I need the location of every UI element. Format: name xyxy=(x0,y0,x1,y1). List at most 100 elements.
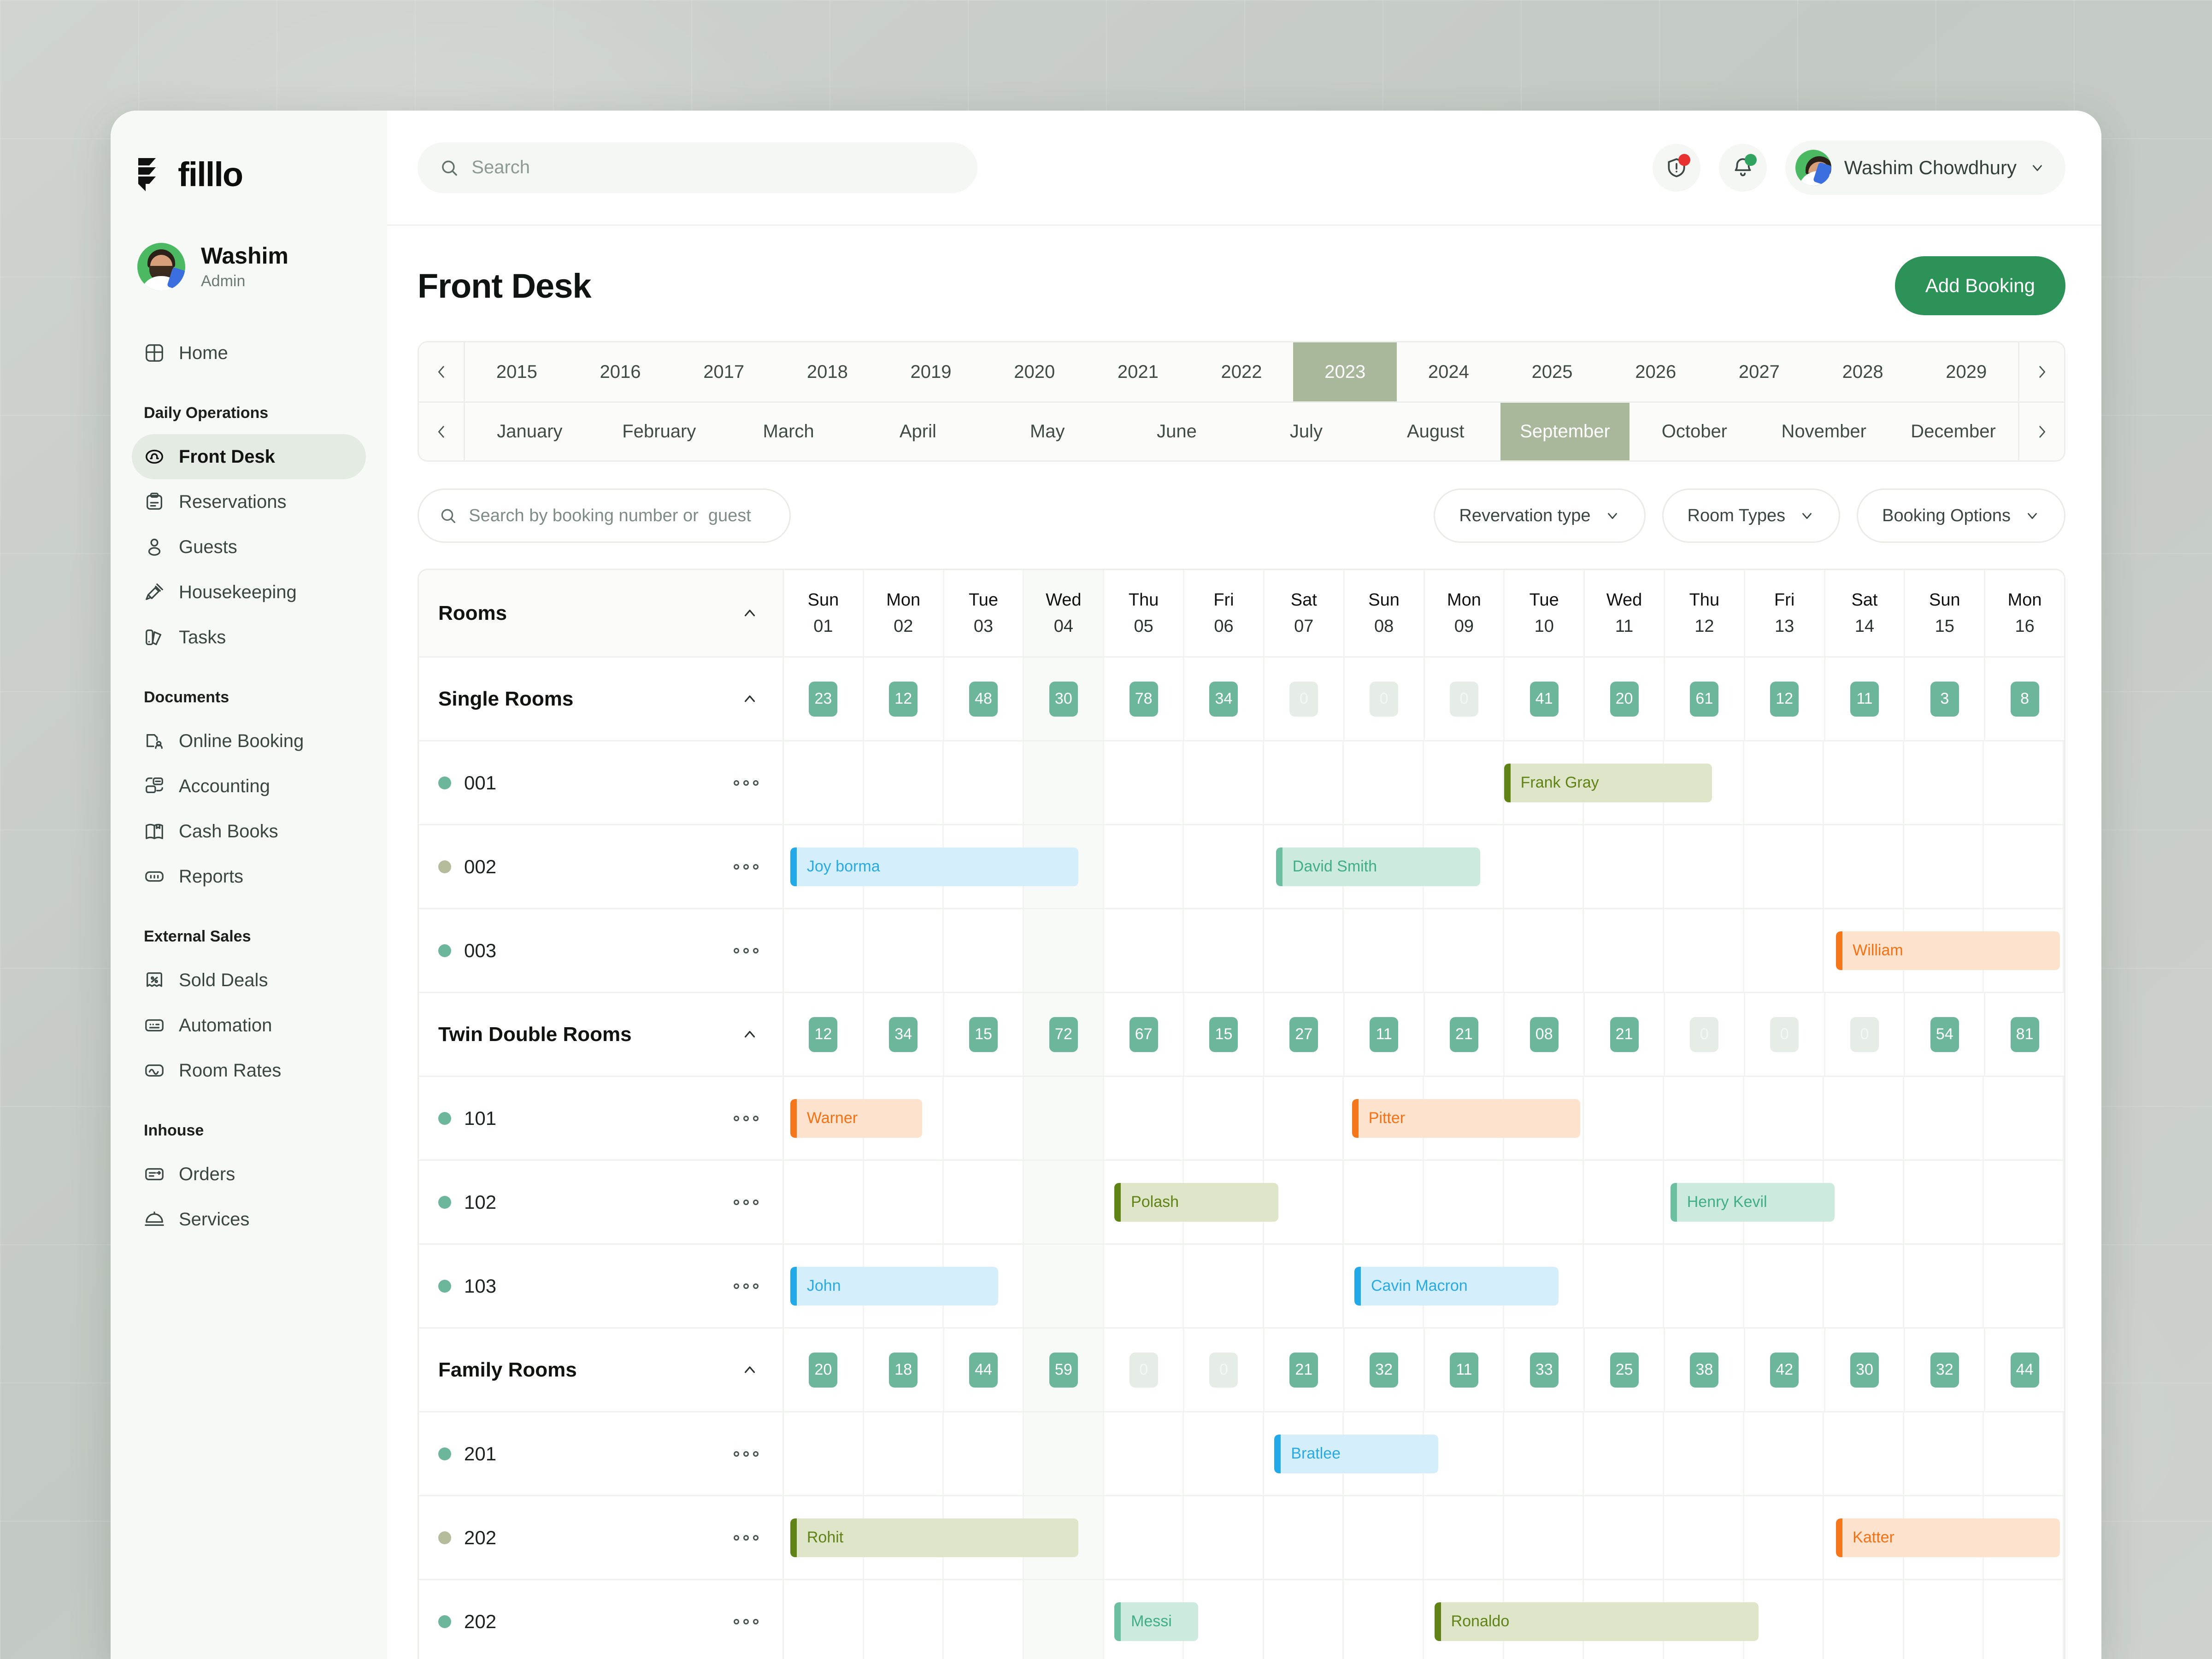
calendar-cell[interactable] xyxy=(784,1412,864,1495)
day-header-08[interactable]: Sun 08 xyxy=(1344,570,1425,656)
year-option-2023[interactable]: 2023 xyxy=(1293,342,1397,401)
calendar-cell[interactable] xyxy=(1824,1580,1904,1659)
calendar-cell[interactable] xyxy=(1024,1245,1104,1327)
calendar-cell[interactable] xyxy=(1264,909,1344,992)
calendar-cell[interactable] xyxy=(1744,1245,1824,1327)
calendar-cell[interactable]: 20 xyxy=(1585,658,1665,740)
calendar-cell[interactable]: 11 xyxy=(1825,658,1906,740)
sidebar-item-reservations[interactable]: Reservations xyxy=(132,479,366,524)
calendar-cell[interactable] xyxy=(1664,909,1744,992)
calendar-cell[interactable] xyxy=(1984,1412,2064,1495)
sidebar-item-cash-books[interactable]: Cash Books xyxy=(132,809,366,854)
year-option-2019[interactable]: 2019 xyxy=(879,342,983,401)
calendar-cell[interactable] xyxy=(1984,1161,2064,1243)
calendar-cell[interactable] xyxy=(944,1161,1024,1243)
day-header-04[interactable]: Wed 04 xyxy=(1024,570,1105,656)
calendar-cell[interactable] xyxy=(1824,1161,1904,1243)
day-header-07[interactable]: Sat 07 xyxy=(1264,570,1345,656)
calendar-cell[interactable] xyxy=(1104,1245,1184,1327)
month-option-May[interactable]: May xyxy=(982,403,1112,460)
calendar-cell[interactable] xyxy=(1104,1496,1184,1579)
calendar-cell[interactable] xyxy=(1504,909,1584,992)
booking-bar[interactable]: Cavin Macron xyxy=(1354,1266,1559,1306)
calendar-cell[interactable] xyxy=(1984,1077,2064,1159)
year-option-2021[interactable]: 2021 xyxy=(1086,342,1190,401)
calendar-cell[interactable]: 44 xyxy=(1985,1329,2064,1411)
calendar-cell[interactable]: 81 xyxy=(1985,993,2064,1076)
calendar-cell[interactable] xyxy=(1264,1245,1344,1327)
alerts-button[interactable] xyxy=(1652,143,1700,192)
calendar-cell[interactable] xyxy=(1104,1412,1184,1495)
month-option-December[interactable]: December xyxy=(1888,403,2018,460)
calendar-cell[interactable]: 32 xyxy=(1905,1329,1986,1411)
calendar-cell[interactable] xyxy=(944,741,1024,824)
booking-bar[interactable]: Katter xyxy=(1836,1518,2060,1557)
calendar-cell[interactable] xyxy=(1584,1496,1664,1579)
month-option-June[interactable]: June xyxy=(1112,403,1241,460)
sidebar-item-reports[interactable]: Reports xyxy=(132,854,366,899)
sidebar-item-automation[interactable]: Automation xyxy=(132,1003,366,1048)
calendar-cell[interactable] xyxy=(1264,1580,1344,1659)
calendar-cell[interactable] xyxy=(1504,1496,1584,1579)
row-menu-button[interactable] xyxy=(734,1199,759,1205)
sidebar-item-tasks[interactable]: Tasks xyxy=(132,615,366,660)
calendar-cell[interactable] xyxy=(1184,1496,1264,1579)
chevron-up-icon[interactable] xyxy=(741,1361,759,1379)
calendar-cell[interactable] xyxy=(1824,1077,1904,1159)
calendar-cell[interactable] xyxy=(784,1161,864,1243)
day-header-02[interactable]: Mon 02 xyxy=(864,570,944,656)
calendar-cell[interactable] xyxy=(1264,1077,1344,1159)
calendar-cell[interactable]: 8 xyxy=(1985,658,2064,740)
day-header-06[interactable]: Fri 06 xyxy=(1184,570,1265,656)
calendar-cell[interactable]: 20 xyxy=(784,1329,864,1411)
day-header-12[interactable]: Thu 12 xyxy=(1665,570,1745,656)
day-header-05[interactable]: Thu 05 xyxy=(1104,570,1185,656)
calendar-cell[interactable]: 48 xyxy=(944,658,1024,740)
notifications-button[interactable] xyxy=(1718,143,1767,192)
calendar-cell[interactable] xyxy=(1104,1077,1184,1159)
brand-logo[interactable]: filllo xyxy=(111,111,387,194)
day-header-16[interactable]: Mon 16 xyxy=(1985,570,2064,656)
room-group-header[interactable]: Single Rooms xyxy=(419,658,784,740)
calendar-cell[interactable] xyxy=(1424,1161,1504,1243)
room-label-cell[interactable]: 103 xyxy=(419,1245,784,1327)
year-option-2029[interactable]: 2029 xyxy=(1914,342,2018,401)
row-menu-button[interactable] xyxy=(734,780,759,786)
day-header-09[interactable]: Mon 09 xyxy=(1424,570,1505,656)
room-label-cell[interactable]: 102 xyxy=(419,1161,784,1243)
calendar-cell[interactable] xyxy=(1184,909,1264,992)
calendar-cell[interactable]: 0 xyxy=(1825,993,1906,1076)
calendar-cell[interactable] xyxy=(1184,1077,1264,1159)
calendar-cell[interactable]: 21 xyxy=(1265,1329,1345,1411)
calendar-cell[interactable] xyxy=(1904,1412,1984,1495)
year-option-2022[interactable]: 2022 xyxy=(1190,342,1294,401)
calendar-cell[interactable] xyxy=(1664,1412,1744,1495)
calendar-cell[interactable]: 34 xyxy=(1184,658,1265,740)
rooms-header[interactable]: Rooms xyxy=(419,570,784,656)
calendar-cell[interactable] xyxy=(944,909,1024,992)
room-group-header[interactable]: Family Rooms xyxy=(419,1329,784,1411)
calendar-cell[interactable] xyxy=(944,1077,1024,1159)
sidebar-item-front-desk[interactable]: Front Desk xyxy=(132,434,366,479)
add-booking-button[interactable]: Add Booking xyxy=(1894,256,2065,315)
filter-revervation-type[interactable]: Revervation type xyxy=(1434,488,1646,543)
month-option-September[interactable]: September xyxy=(1500,403,1630,460)
row-menu-button[interactable] xyxy=(734,1535,759,1541)
calendar-cell[interactable] xyxy=(864,909,944,992)
calendar-cell[interactable] xyxy=(1024,909,1104,992)
filter-booking-options[interactable]: Booking Options xyxy=(1857,488,2065,543)
booking-bar[interactable]: Messi xyxy=(1114,1602,1199,1641)
chevron-up-icon[interactable] xyxy=(741,690,759,708)
calendar-cell[interactable]: 12 xyxy=(864,658,944,740)
year-option-2028[interactable]: 2028 xyxy=(1811,342,1915,401)
calendar-cell[interactable]: 41 xyxy=(1505,658,1585,740)
calendar-cell[interactable]: 44 xyxy=(944,1329,1024,1411)
calendar-cell[interactable] xyxy=(1984,1580,2064,1659)
calendar-cell[interactable] xyxy=(1024,1077,1104,1159)
calendar-cell[interactable]: 0 xyxy=(1425,658,1505,740)
calendar-cell[interactable] xyxy=(1024,741,1104,824)
room-label-cell[interactable]: 101 xyxy=(419,1077,784,1159)
sidebar-item-home[interactable]: Home xyxy=(132,330,366,376)
calendar-cell[interactable]: 0 xyxy=(1745,993,1825,1076)
calendar-cell[interactable]: 0 xyxy=(1265,658,1345,740)
